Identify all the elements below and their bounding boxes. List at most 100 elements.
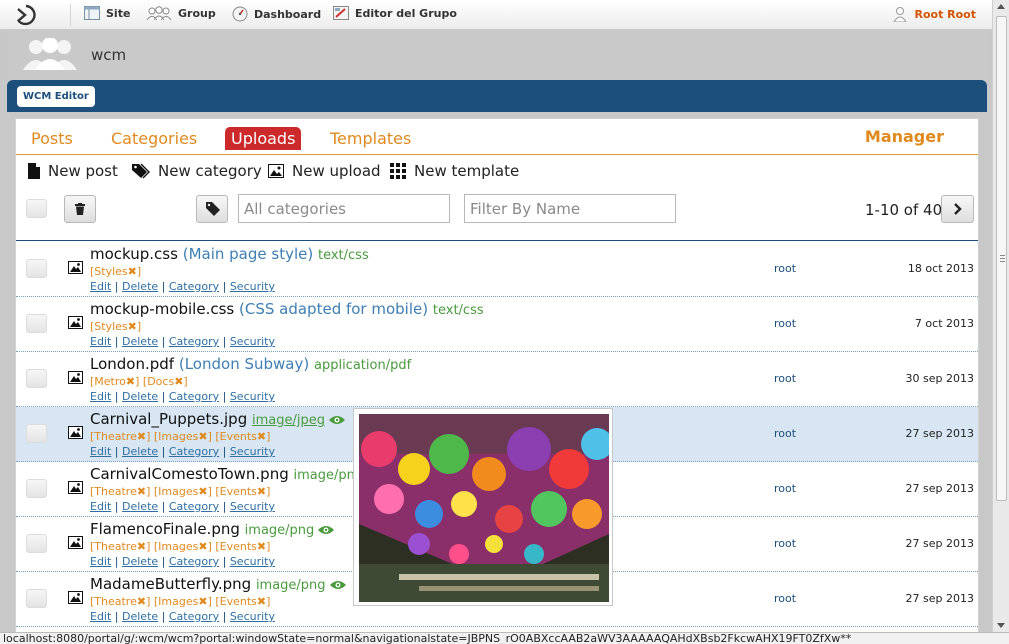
remove-category-icon[interactable]: ✖	[198, 430, 207, 443]
remove-category-icon[interactable]: ✖	[198, 485, 207, 498]
table-row[interactable]: mockup.css (Main page style) text/css [St…	[16, 242, 978, 297]
new-category-action[interactable]: New category	[132, 162, 262, 180]
new-upload-action[interactable]: New upload	[268, 162, 381, 180]
category-link[interactable]: Category	[169, 390, 219, 403]
new-template-action[interactable]: New template	[390, 162, 519, 180]
remove-category-icon[interactable]: ✖	[174, 375, 183, 388]
remove-category-icon[interactable]: ✖	[126, 375, 135, 388]
category-tag[interactable]: Events	[220, 595, 257, 608]
remove-category-icon[interactable]: ✖	[198, 595, 207, 608]
security-link[interactable]: Security	[230, 555, 275, 568]
tab-categories[interactable]: Categories	[105, 127, 203, 150]
category-tag[interactable]: Images	[158, 430, 198, 443]
category-tag[interactable]: Events	[220, 485, 257, 498]
table-row[interactable]: London.pdf (London Subway) application/p…	[16, 352, 978, 407]
category-link[interactable]: Category	[169, 555, 219, 568]
gatein-logo-icon[interactable]	[14, 4, 38, 26]
tab-templates[interactable]: Templates	[324, 127, 417, 150]
nav-group[interactable]: Group	[146, 6, 216, 20]
security-link[interactable]: Security	[230, 280, 275, 293]
delete-link[interactable]: Delete	[122, 390, 158, 403]
security-link[interactable]: Security	[230, 445, 275, 458]
row-checkbox[interactable]	[26, 479, 47, 498]
remove-category-icon[interactable]: ✖	[137, 595, 146, 608]
category-tag[interactable]: Styles	[94, 320, 127, 333]
select-all-checkbox[interactable]	[26, 199, 47, 218]
file-name[interactable]: London.pdf	[90, 355, 174, 373]
category-filter-button[interactable]	[196, 195, 228, 223]
user-menu[interactable]: Root Root	[892, 6, 976, 22]
delete-link[interactable]: Delete	[122, 500, 158, 513]
eye-icon[interactable]	[318, 525, 335, 535]
delete-link[interactable]: Delete	[122, 610, 158, 623]
file-name[interactable]: CarnivalComestoTown.png	[90, 465, 289, 483]
row-checkbox[interactable]	[26, 424, 47, 443]
delete-selected-button[interactable]	[64, 195, 96, 223]
new-post-action[interactable]: New post	[28, 162, 118, 180]
nav-site[interactable]: Site	[84, 6, 130, 20]
security-link[interactable]: Security	[230, 335, 275, 348]
category-tag[interactable]: Events	[220, 540, 257, 553]
category-link[interactable]: Category	[169, 280, 219, 293]
category-link[interactable]: Category	[169, 500, 219, 513]
row-checkbox[interactable]	[26, 369, 47, 388]
security-link[interactable]: Security	[230, 390, 275, 403]
row-checkbox[interactable]	[26, 534, 47, 553]
name-filter-input[interactable]	[464, 194, 676, 223]
table-row[interactable]: mockup-mobile.css (CSS adapted for mobil…	[16, 297, 978, 352]
category-tag[interactable]: Events	[220, 430, 257, 443]
wcm-editor-tab[interactable]: WCM Editor	[17, 86, 95, 107]
file-name[interactable]: mockup.css	[90, 245, 178, 263]
eye-icon[interactable]	[329, 580, 346, 590]
delete-link[interactable]: Delete	[122, 280, 158, 293]
scrollbar-thumb[interactable]	[996, 16, 1007, 501]
file-name[interactable]: Carnival_Puppets.jpg	[90, 410, 247, 428]
eye-icon[interactable]	[329, 415, 345, 425]
category-tag[interactable]: Docs	[147, 375, 174, 388]
security-link[interactable]: Security	[230, 500, 275, 513]
file-mime-type[interactable]: image/jpeg	[252, 413, 325, 428]
edit-link[interactable]: Edit	[90, 280, 111, 293]
category-link[interactable]: Category	[169, 610, 219, 623]
remove-category-icon[interactable]: ✖	[137, 540, 146, 553]
category-tag[interactable]: Theatre	[94, 540, 137, 553]
category-tag[interactable]: Theatre	[94, 430, 137, 443]
scroll-down-arrow[interactable]	[997, 623, 1005, 628]
row-checkbox[interactable]	[26, 259, 47, 278]
remove-category-icon[interactable]: ✖	[128, 265, 137, 278]
manager-link[interactable]: Manager	[865, 127, 944, 146]
category-link[interactable]: Category	[169, 335, 219, 348]
remove-category-icon[interactable]: ✖	[198, 540, 207, 553]
edit-link[interactable]: Edit	[90, 610, 111, 623]
file-name[interactable]: MadameButterfly.png	[90, 575, 251, 593]
edit-link[interactable]: Edit	[90, 390, 111, 403]
category-tag[interactable]: Images	[158, 595, 198, 608]
nav-editor-del-grupo[interactable]: Editor del Grupo	[333, 6, 457, 20]
category-tag[interactable]: Theatre	[94, 485, 137, 498]
remove-category-icon[interactable]: ✖	[137, 430, 146, 443]
delete-link[interactable]: Delete	[122, 555, 158, 568]
delete-link[interactable]: Delete	[122, 335, 158, 348]
remove-category-icon[interactable]: ✖	[257, 595, 266, 608]
remove-category-icon[interactable]: ✖	[128, 320, 137, 333]
security-link[interactable]: Security	[230, 610, 275, 623]
edit-link[interactable]: Edit	[90, 500, 111, 513]
tab-posts[interactable]: Posts	[25, 127, 79, 150]
edit-link[interactable]: Edit	[90, 335, 111, 348]
category-filter-input[interactable]	[238, 194, 450, 223]
remove-category-icon[interactable]: ✖	[137, 485, 146, 498]
delete-link[interactable]: Delete	[122, 445, 158, 458]
vertical-scrollbar[interactable]	[992, 0, 1009, 632]
nav-dashboard[interactable]: Dashboard	[232, 6, 321, 22]
next-page-button[interactable]	[941, 195, 974, 223]
category-tag[interactable]: Metro	[94, 375, 126, 388]
category-link[interactable]: Category	[169, 445, 219, 458]
file-name[interactable]: mockup-mobile.css	[90, 300, 234, 318]
edit-link[interactable]: Edit	[90, 445, 111, 458]
row-checkbox[interactable]	[26, 589, 47, 608]
category-tag[interactable]: Styles	[94, 265, 127, 278]
category-tag[interactable]: Images	[158, 485, 198, 498]
scroll-up-arrow[interactable]	[997, 4, 1005, 9]
row-checkbox[interactable]	[26, 314, 47, 333]
category-tag[interactable]: Theatre	[94, 595, 137, 608]
